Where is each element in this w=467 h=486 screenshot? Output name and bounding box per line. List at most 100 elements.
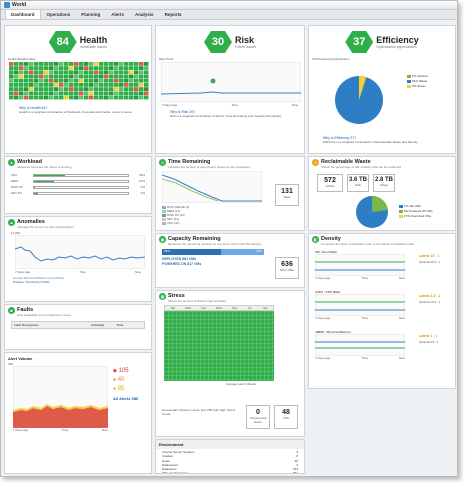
tab-bar: Dashboard Operations Planning Alerts Ana… [1, 9, 457, 20]
risk-trend-chart[interactable] [161, 62, 301, 102]
capacity-subtitle: Measures the remaining capacity as a per… [168, 242, 262, 246]
faults-col-description[interactable]: Fault Description [14, 323, 91, 327]
stress-heatmap[interactable] [164, 311, 274, 381]
density-optimal: Optimal 0.5 : 1 [419, 340, 439, 344]
stress-subtitle: Shows the amount of historic high worklo… [168, 299, 226, 303]
vm-distribution-title: VM Provisioning Distribution [312, 57, 350, 61]
capacity-used: 58% [162, 249, 221, 255]
clock-icon: ◷ [159, 159, 166, 166]
all-alerts-total[interactable]: All Alerts 386 [113, 394, 138, 403]
workload-pct: 21% [138, 179, 145, 183]
health-panel: 84 Health Immediate issues Health Weathe… [4, 25, 152, 154]
stress-clusters-hosts[interactable]: 0 Clusters and Hosts [246, 405, 270, 429]
stress-panel: ▦ Stress Shows the amount of historic hi… [155, 290, 305, 437]
risk-x-end: Now [291, 103, 298, 107]
workload-bar [33, 191, 129, 195]
waste-disk[interactable]: 3.6 TB Disk [347, 174, 369, 192]
waste-legend-item: 27% Oversized VMs [399, 214, 433, 219]
health-subtitle: Immediate issues [79, 45, 107, 49]
stress-day-label: Mon [185, 306, 192, 310]
density-x-start: 7 Days Ago [315, 316, 331, 320]
density-optimal: Optimal 22.9 : 1 [419, 260, 441, 264]
workload-label: MEM [11, 179, 18, 183]
time-remaining-days: 131 Days [275, 184, 299, 206]
density-x-mid: Time [361, 276, 368, 280]
density-chart[interactable]: vCPU : CPU Ratio 7 Days Ago Time Now Lat… [315, 290, 455, 328]
heatmap-title: Health Weather Map [8, 57, 36, 61]
tab-planning[interactable]: Planning [76, 10, 105, 19]
density-x-start: 7 Days Ago [315, 356, 331, 360]
reclaimable-waste-panel: ♺ Reclaimable Waste Shows the percentage… [308, 156, 456, 231]
tab-analysis[interactable]: Analysis [130, 10, 159, 19]
density-latest: Latest 15 : 1 [419, 254, 440, 258]
risk-x-start: 7 Days Ago [162, 103, 178, 107]
alert-critical-count: ◆ 105 [113, 368, 129, 374]
workload-row[interactable]: MEM 21% [11, 179, 145, 183]
density-x-mid: Time [361, 316, 368, 320]
faults-col-time[interactable]: Time [116, 323, 142, 327]
density-chart[interactable]: vMEM : Physical Memory 7 Days Ago Time N… [315, 330, 455, 368]
health-description: Health is a weighted combination of Work… [19, 110, 133, 114]
alert-volume-chart[interactable] [13, 366, 108, 428]
alert-volume-title: Alert Volume [8, 356, 33, 361]
workload-panel: ● Workload Measures how hard the object … [4, 156, 152, 214]
time-remaining-chart[interactable] [162, 171, 262, 203]
anomalies-legend-threshold: Problem Threshold (17280) [13, 280, 50, 284]
alert-volume-panel: Alert Volume 422 7 Days Ago Time Now ◆ 1… [4, 352, 152, 474]
anomalies-x-end: Now [134, 270, 141, 274]
efficiency-title: Efficiency [376, 35, 419, 45]
density-line-chart [315, 254, 405, 276]
environment-item[interactable]: VMs and Templates 891 [162, 471, 298, 474]
capacity-icon: ▣ [159, 236, 166, 243]
risk-subtitle: Future issues [234, 45, 256, 49]
risk-description: Risk is a weighted combination of Stress… [170, 114, 282, 118]
tab-dashboard[interactable]: Dashboard [5, 9, 41, 19]
stress-vms[interactable]: 48 VMs [274, 405, 298, 429]
density-panel: ◧ Density Compares the ideal consolidati… [308, 233, 456, 389]
workload-row[interactable]: CPU 33% [11, 173, 145, 177]
environment-item-name: VMs and Templates [162, 471, 189, 474]
faults-col-criticality[interactable]: Criticality [91, 323, 117, 327]
density-line-chart [315, 334, 405, 356]
efficiency-subtitle: Optimization opportunities [376, 45, 417, 49]
workload-row[interactable]: DISK I/O 1% [11, 185, 145, 189]
tab-reports[interactable]: Reports [160, 10, 187, 19]
waste-vcpus[interactable]: 572 vCPUs [317, 174, 343, 192]
anomalies-chart[interactable] [15, 235, 145, 269]
environment-panel: Environment vCenter Server Systems 3 Clust… [155, 439, 305, 474]
tab-operations[interactable]: Operations [42, 10, 76, 19]
efficiency-description: Efficiency is a weighted combination of … [323, 140, 419, 144]
workload-bar [33, 185, 129, 189]
anomalies-panel: ▲ Anomalies Indicates the amount of abno… [4, 216, 152, 302]
density-x-mid: Time [361, 356, 368, 360]
density-latest: Latest 2.3 : 1 [419, 294, 441, 298]
alert-immediate-count: ● 40 [113, 377, 125, 383]
efficiency-legend-item: 5% Stress [407, 84, 428, 89]
stress-icon: ▦ [159, 293, 166, 300]
capacity-remaining-pct: 42% [220, 249, 264, 255]
density-chart[interactable]: VM : Host Ratio 7 Days Ago Time Now Late… [315, 250, 455, 288]
capacity-panel: ▣ Capacity Remaining Measures the remain… [155, 233, 305, 288]
window-title: World [12, 2, 27, 8]
density-x-start: 7 Days Ago [315, 276, 331, 280]
vm-distribution-pie[interactable] [331, 74, 391, 126]
waste-pie[interactable] [354, 194, 394, 230]
stress-day-label: Fri [248, 306, 252, 310]
efficiency-score: 37 [345, 31, 374, 53]
time-remaining-subtitle: Indicates the number of days before reso… [168, 165, 250, 169]
workload-pct: 33% [138, 173, 145, 177]
faults-icon: ■ [8, 307, 15, 314]
time-remaining-panel: ◷ Time Remaining Indicates the number of… [155, 156, 305, 231]
stress-day-label: Sat [170, 306, 175, 310]
workload-pct: 4% [140, 191, 145, 195]
stress-day-label: Wed [215, 306, 223, 310]
app-window: World Dashboard Operations Planning Aler… [0, 0, 458, 477]
health-heatmap[interactable] [9, 62, 149, 102]
workload-icon: ● [8, 159, 15, 166]
density-x-end: Now [398, 316, 405, 320]
workload-row[interactable]: NET I/O 4% [11, 191, 145, 195]
workload-subtitle: Measures how hard the object is working [17, 165, 72, 169]
waste-vmem[interactable]: 2.8 TB vMem [373, 174, 395, 192]
tab-alerts[interactable]: Alerts [106, 10, 129, 19]
density-latest: Latest 1 : 1 [419, 334, 438, 338]
